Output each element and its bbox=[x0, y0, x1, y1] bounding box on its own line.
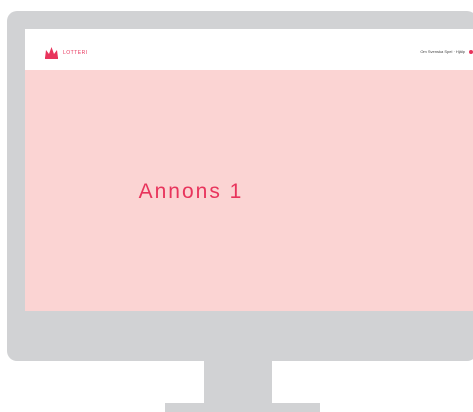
crown-logo-icon bbox=[45, 47, 58, 59]
site-logo[interactable]: LOTTERI bbox=[44, 46, 88, 59]
accent-dot-icon bbox=[469, 49, 473, 54]
monitor-stand-base bbox=[165, 403, 320, 412]
header-navigation: Om Svenska Spel · Hjälp bbox=[420, 49, 473, 54]
header-links-text[interactable]: Om Svenska Spel · Hjälp bbox=[420, 49, 465, 54]
ad-label: Annons 1 bbox=[138, 180, 244, 203]
site-header: LOTTERI Om Svenska Spel · Hjälp bbox=[25, 29, 473, 70]
monitor-screen: LOTTERI Om Svenska Spel · Hjälp Annons 1 bbox=[25, 29, 473, 311]
monitor-illustration: LOTTERI Om Svenska Spel · Hjälp Annons 1 bbox=[0, 0, 473, 412]
monitor-stand-neck bbox=[204, 361, 272, 403]
monitor-frame: LOTTERI Om Svenska Spel · Hjälp Annons 1 bbox=[7, 11, 473, 361]
logo-text: LOTTERI bbox=[63, 49, 88, 56]
